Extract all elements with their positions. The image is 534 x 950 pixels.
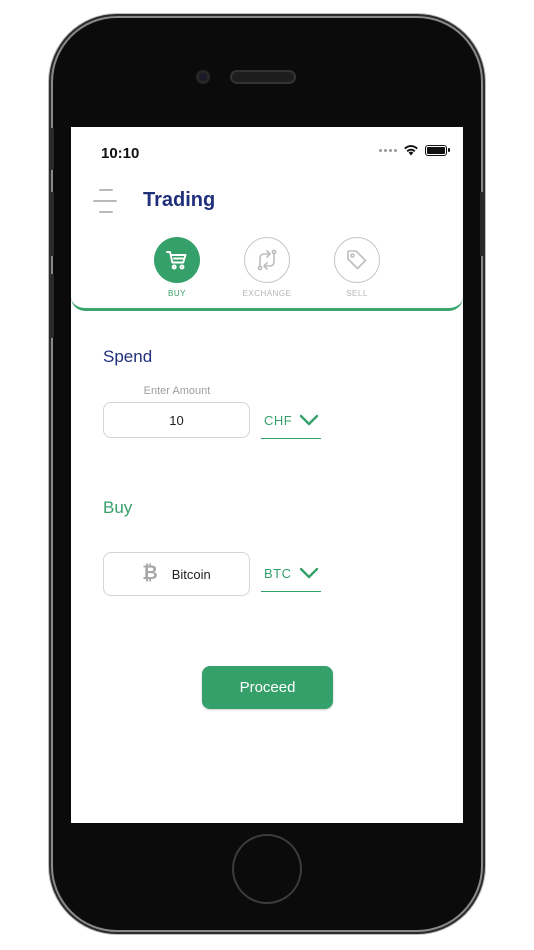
trade-tabbar: BUY EXCHANGE SELL <box>71 227 463 311</box>
amount-input[interactable]: 10 <box>103 402 250 438</box>
home-button[interactable] <box>234 836 300 902</box>
volume-down-button <box>50 274 54 338</box>
tab-sell-label: SELL <box>346 289 368 298</box>
signal-dots-icon <box>379 148 397 152</box>
buy-heading: Buy <box>103 498 133 517</box>
exchange-icon <box>244 237 290 283</box>
mute-switch <box>50 128 54 170</box>
earpiece-speaker <box>230 70 296 84</box>
chevron-down-icon <box>299 414 319 426</box>
coin-select[interactable]: ₿ Bitcoin <box>103 552 250 596</box>
page-title: Trading <box>143 189 216 211</box>
volume-up-button <box>50 192 54 256</box>
buy-currency-select[interactable]: BTC <box>261 556 321 592</box>
wifi-icon <box>404 145 418 156</box>
amount-label: Enter Amount <box>143 385 211 397</box>
front-camera <box>196 70 210 84</box>
menu-icon[interactable] <box>93 187 119 215</box>
tab-sell[interactable]: SELL <box>317 237 397 298</box>
bitcoin-icon: ₿ <box>142 563 158 584</box>
power-button <box>480 192 484 256</box>
spend-heading: Spend <box>103 347 153 366</box>
tab-buy[interactable]: BUY <box>137 237 217 298</box>
tab-exchange-label: EXCHANGE <box>242 289 292 298</box>
coin-name: Bitcoin <box>171 566 211 582</box>
proceed-button[interactable]: Proceed <box>202 666 333 709</box>
spend-currency-select[interactable]: CHF <box>261 403 321 439</box>
buy-currency-code: BTC <box>264 566 292 581</box>
status-time: 10:10 <box>101 145 140 162</box>
tab-exchange[interactable]: EXCHANGE <box>227 237 307 298</box>
app-screen: 10:10 Trading BUY EXCHANGE SELL Spend En… <box>71 127 463 823</box>
status-icons <box>379 144 450 156</box>
cart-icon <box>154 237 200 283</box>
chevron-down-icon <box>299 567 319 579</box>
battery-icon <box>425 144 450 156</box>
tab-buy-label: BUY <box>168 289 186 298</box>
tag-icon <box>334 237 380 283</box>
spend-currency-code: CHF <box>264 413 293 428</box>
